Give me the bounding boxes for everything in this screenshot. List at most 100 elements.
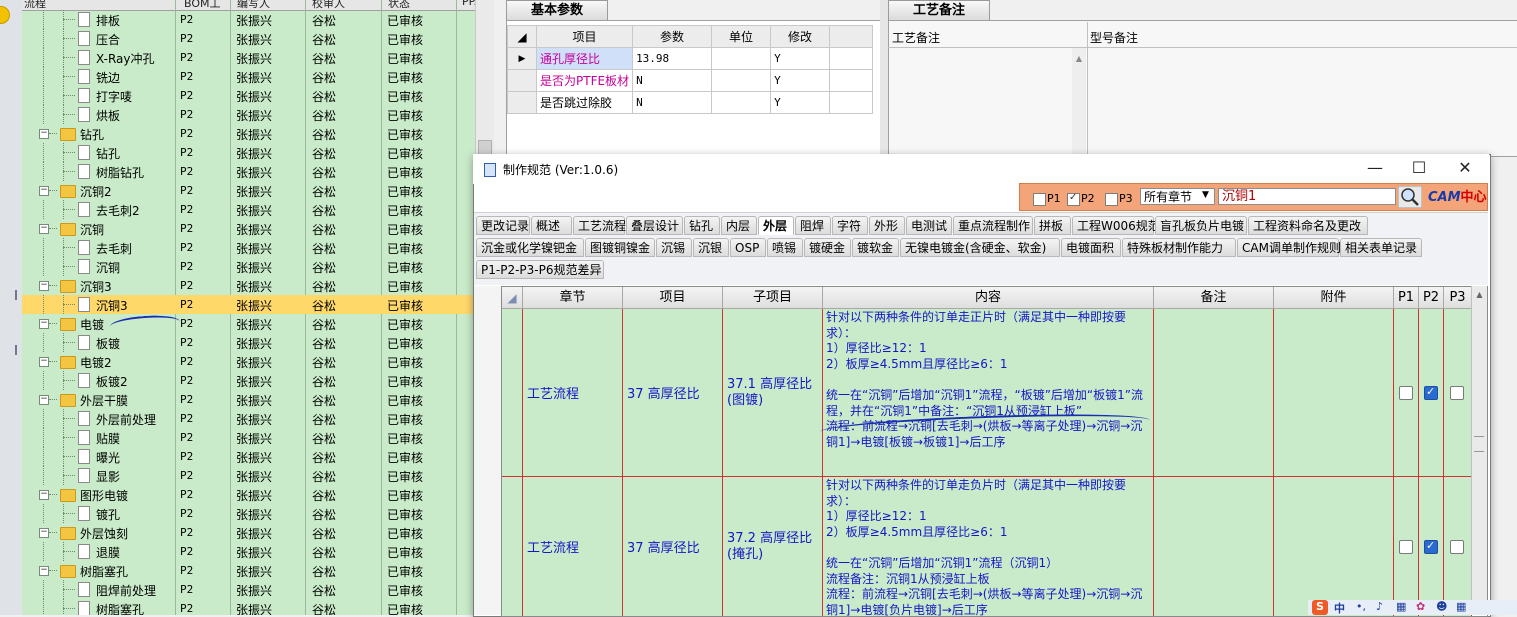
collapse-toggle-icon[interactable]: −	[39, 129, 49, 139]
bp-row[interactable]: 是否跳过除胶 N Y	[507, 91, 874, 114]
subitem-cell[interactable]: 37.1 高厚径比(图镀)	[723, 309, 823, 477]
tree-folder-row[interactable]: − 图形电镀 P2 张振兴 谷松 已审核	[22, 485, 475, 504]
tab-row1-10[interactable]: 电测试	[906, 216, 952, 235]
tab-row1-1[interactable]: 概述	[531, 216, 572, 235]
tab-row1-2[interactable]: 工艺流程	[573, 216, 626, 235]
tab-row1-8[interactable]: 字符	[832, 216, 868, 235]
tree-folder-row[interactable]: − 电镀2 P2 张振兴 谷松 已审核	[22, 352, 475, 371]
tab-row2-4[interactable]: OSP	[730, 238, 766, 257]
collapse-toggle-icon[interactable]: −	[39, 566, 49, 576]
bp-unit-cell[interactable]	[711, 69, 772, 92]
p3-checkbox[interactable]	[1450, 386, 1464, 400]
header-p3[interactable]: P3	[1444, 287, 1472, 309]
sogou-ime-icon[interactable]: S	[1312, 600, 1328, 615]
tree-item-row[interactable]: 树脂塞孔 P2 张振兴 谷松 已审核	[22, 599, 475, 615]
tab-row2-2[interactable]: 沉锡	[656, 238, 692, 257]
tab-row3-0[interactable]: P1-P2-P3-P6规范差异	[476, 260, 604, 279]
tree-item-row[interactable]: 沉铜 P2 张振兴 谷松 已审核	[22, 257, 475, 276]
row-selector[interactable]	[502, 477, 523, 616]
p2-checkbox[interactable]	[1424, 385, 1438, 400]
scroll-up-icon[interactable]: ▲	[1472, 290, 1487, 299]
user-icon[interactable]: ☻	[1436, 600, 1447, 613]
collapse-toggle-icon[interactable]: −	[39, 319, 49, 329]
tab-row2-12[interactable]: 相关表单记录	[1340, 238, 1422, 257]
tab-process-note[interactable]: 工艺备注	[888, 0, 990, 22]
header-extra[interactable]: PP...	[462, 0, 475, 8]
tree-folder-row[interactable]: − 外层蚀刻 P2 张振兴 谷松 已审核	[22, 523, 475, 542]
tree-folder-row[interactable]: − 沉铜3 P2 张振兴 谷松 已审核	[22, 276, 475, 295]
tab-row1-6[interactable]: 外层	[758, 216, 794, 235]
tab-row1-14[interactable]: 盲孔板负片电镀	[1155, 216, 1247, 235]
tree-item-row[interactable]: 退膜 P2 张振兴 谷松 已审核	[22, 542, 475, 561]
minimize-button[interactable]: —	[1360, 158, 1390, 180]
tab-row2-7[interactable]: 镀软金	[852, 238, 899, 257]
close-button[interactable]: ✕	[1450, 158, 1480, 180]
tab-row2-3[interactable]: 沉银	[693, 238, 729, 257]
tree-folder-row[interactable]: − 钻孔 P2 张振兴 谷松 已审核	[22, 124, 475, 143]
microphone-icon[interactable]: ♪	[1376, 600, 1383, 613]
row-selector[interactable]	[502, 309, 523, 477]
tree-folder-row[interactable]: − 电镀 P2 张振兴 谷松 已审核	[22, 314, 475, 333]
p2-checkbox[interactable]	[1067, 192, 1080, 206]
bp-row[interactable]: ▶ 通孔厚径比 13.98 Y	[507, 47, 874, 70]
splitter-grip-icon[interactable]	[15, 345, 17, 355]
bp-item-cell[interactable]: 通孔厚径比	[535, 47, 634, 70]
collapse-toggle-icon[interactable]: −	[39, 357, 49, 367]
tree-folder-row[interactable]: − 沉铜 P2 张振兴 谷松 已审核	[22, 219, 475, 238]
collapse-toggle-icon[interactable]: −	[39, 186, 49, 196]
bp-item-cell[interactable]: 是否为PTFE板材	[535, 69, 634, 92]
collapse-toggle-icon[interactable]: −	[39, 528, 49, 538]
bp-unit-cell[interactable]	[711, 91, 772, 114]
item-cell[interactable]: 37 高厚径比	[623, 477, 723, 616]
tree-item-row[interactable]: 打字唛 P2 张振兴 谷松 已审核	[22, 86, 475, 105]
chapter-cell[interactable]: 工艺流程	[523, 477, 623, 616]
bp-modify-cell[interactable]: Y	[770, 91, 831, 114]
p3-checkbox[interactable]	[1105, 193, 1118, 206]
tab-basic-params[interactable]: 基本参数	[506, 0, 608, 22]
bp-modify-cell[interactable]: Y	[770, 47, 831, 70]
tree-item-row[interactable]: 曝光 P2 张振兴 谷松 已审核	[22, 447, 475, 466]
header-remark[interactable]: 备注	[1154, 287, 1274, 309]
collapse-toggle-icon[interactable]: −	[39, 490, 49, 500]
tree-item-row[interactable]: 铣边 P2 张振兴 谷松 已审核	[22, 67, 475, 86]
attach-cell[interactable]	[1274, 477, 1394, 616]
tab-row1-11[interactable]: 重点流程制作	[953, 216, 1033, 235]
grid-scrollbar[interactable]: ▲	[1471, 286, 1487, 615]
item-cell[interactable]: 37 高厚径比	[623, 309, 723, 477]
header-item[interactable]: 项目	[623, 287, 723, 309]
attach-cell[interactable]	[1274, 309, 1394, 477]
tab-row1-12[interactable]: 拼板	[1034, 216, 1071, 235]
collapse-toggle-icon[interactable]: −	[39, 395, 49, 405]
search-input[interactable]: 沉铜1	[1218, 188, 1396, 205]
tab-row2-0[interactable]: 沉金或化学镍钯金	[476, 238, 584, 257]
search-button[interactable]	[1397, 185, 1423, 209]
bp-header-unit[interactable]: 单位	[711, 25, 772, 48]
ime-language-indicator[interactable]: 中	[1334, 600, 1345, 616]
bp-header-param[interactable]: 参数	[632, 25, 713, 48]
keyboard-icon[interactable]: ▦	[1396, 600, 1406, 613]
bp-param-cell[interactable]: 13.98	[632, 47, 713, 70]
p3-checkbox[interactable]	[1450, 540, 1464, 554]
bp-item-cell[interactable]: 是否跳过除胶	[535, 91, 634, 114]
tree-folder-row[interactable]: − 树脂塞孔 P2 张振兴 谷松 已审核	[22, 561, 475, 580]
tree-item-row[interactable]: 镀孔 P2 张振兴 谷松 已审核	[22, 504, 475, 523]
scroll-up-icon[interactable]: ▲	[1072, 54, 1086, 63]
splitter-grip-icon[interactable]	[15, 290, 17, 300]
tree-item-row[interactable]: 板镀 P2 张振兴 谷松 已审核	[22, 333, 475, 352]
tree-item-row[interactable]: 去毛刺 P2 张振兴 谷松 已审核	[22, 238, 475, 257]
tree-item-row[interactable]: 烘板 P2 张振兴 谷松 已审核	[22, 105, 475, 124]
bp-row[interactable]: 是否为PTFE板材 N Y	[507, 69, 874, 92]
tab-row2-10[interactable]: 特殊板材制作能力	[1122, 238, 1236, 257]
content-cell[interactable]: 针对以下两种条件的订单走负片时（满足其中一种即按要求）： 1）厚径比≥12：1 …	[823, 477, 1154, 616]
tab-row1-9[interactable]: 外形	[869, 216, 905, 235]
tab-row2-9[interactable]: 电镀面积	[1061, 238, 1121, 257]
bp-param-cell[interactable]: N	[632, 69, 713, 92]
collapse-toggle-icon[interactable]: −	[39, 281, 49, 291]
tab-row1-13[interactable]: 工程W006规范	[1072, 216, 1160, 235]
tree-item-row[interactable]: 阻焊前处理 P2 张振兴 谷松 已审核	[22, 580, 475, 599]
tree-item-row[interactable]: 树脂钻孔 P2 张振兴 谷松 已审核	[22, 162, 475, 181]
tree-item-row[interactable]: 压合 P2 张振兴 谷松 已审核	[22, 29, 475, 48]
p1-checkbox[interactable]	[1399, 386, 1413, 400]
maximize-button[interactable]: ☐	[1404, 158, 1434, 180]
tree-item-row[interactable]: 板镀2 P2 张振兴 谷松 已审核	[22, 371, 475, 390]
